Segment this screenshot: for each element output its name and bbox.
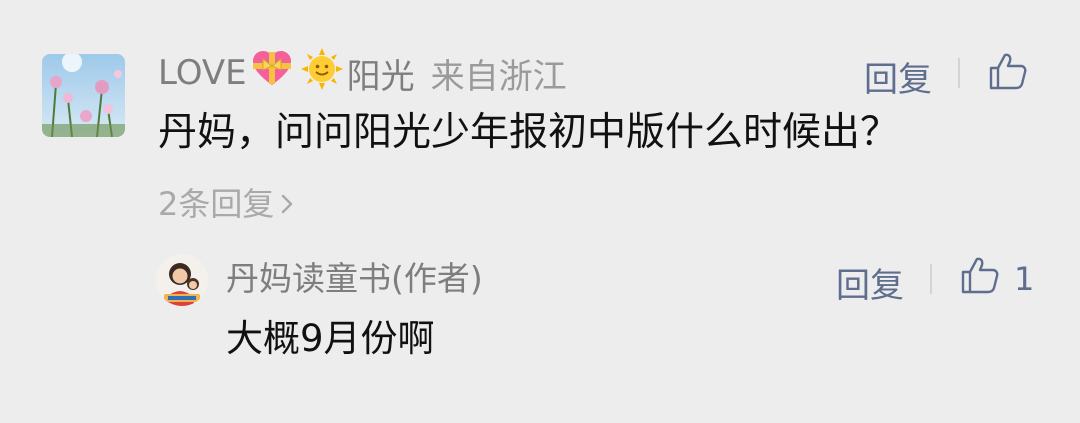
chevron-right-icon (280, 182, 294, 226)
like-count: 1 (1014, 260, 1035, 298)
comment-text: 丹妈，问问阳光少年报初中版什么时候出？ (158, 110, 900, 155)
comment-like-button[interactable] (988, 52, 1028, 98)
view-replies-label: 2条回复 (158, 185, 275, 223)
author-avatar[interactable] (156, 254, 208, 306)
comment-thread: LOVE 阳光 来自浙江 回复 丹妈，问问阳光少年报初中版什么时候出？ 2条回复… (0, 0, 1080, 423)
commenter-name-row: LOVE 阳光 来自浙江 (158, 47, 567, 99)
sun-face-icon (300, 47, 343, 99)
thumbs-up-icon (960, 256, 1000, 302)
comment-reply-button[interactable]: 回复 (864, 52, 932, 101)
heart-ribbon-icon (251, 50, 293, 97)
action-divider (958, 58, 960, 88)
thumbs-up-icon (988, 52, 1028, 98)
author-reply-button[interactable]: 回复 (836, 258, 904, 307)
view-replies-link[interactable]: 2条回复 (158, 182, 294, 226)
author-reply-text: 大概9月份啊 (226, 317, 435, 360)
author-like-button[interactable]: 1 (960, 256, 1034, 302)
commenter-location: 来自浙江 (430, 56, 567, 97)
action-divider (930, 264, 932, 294)
author-reply-name[interactable]: 丹妈读童书(作者) (226, 256, 483, 302)
commenter-avatar[interactable] (42, 54, 125, 137)
commenter-name[interactable]: LOVE (158, 53, 247, 93)
commenter-name-suffix[interactable]: 阳光 (347, 49, 415, 98)
